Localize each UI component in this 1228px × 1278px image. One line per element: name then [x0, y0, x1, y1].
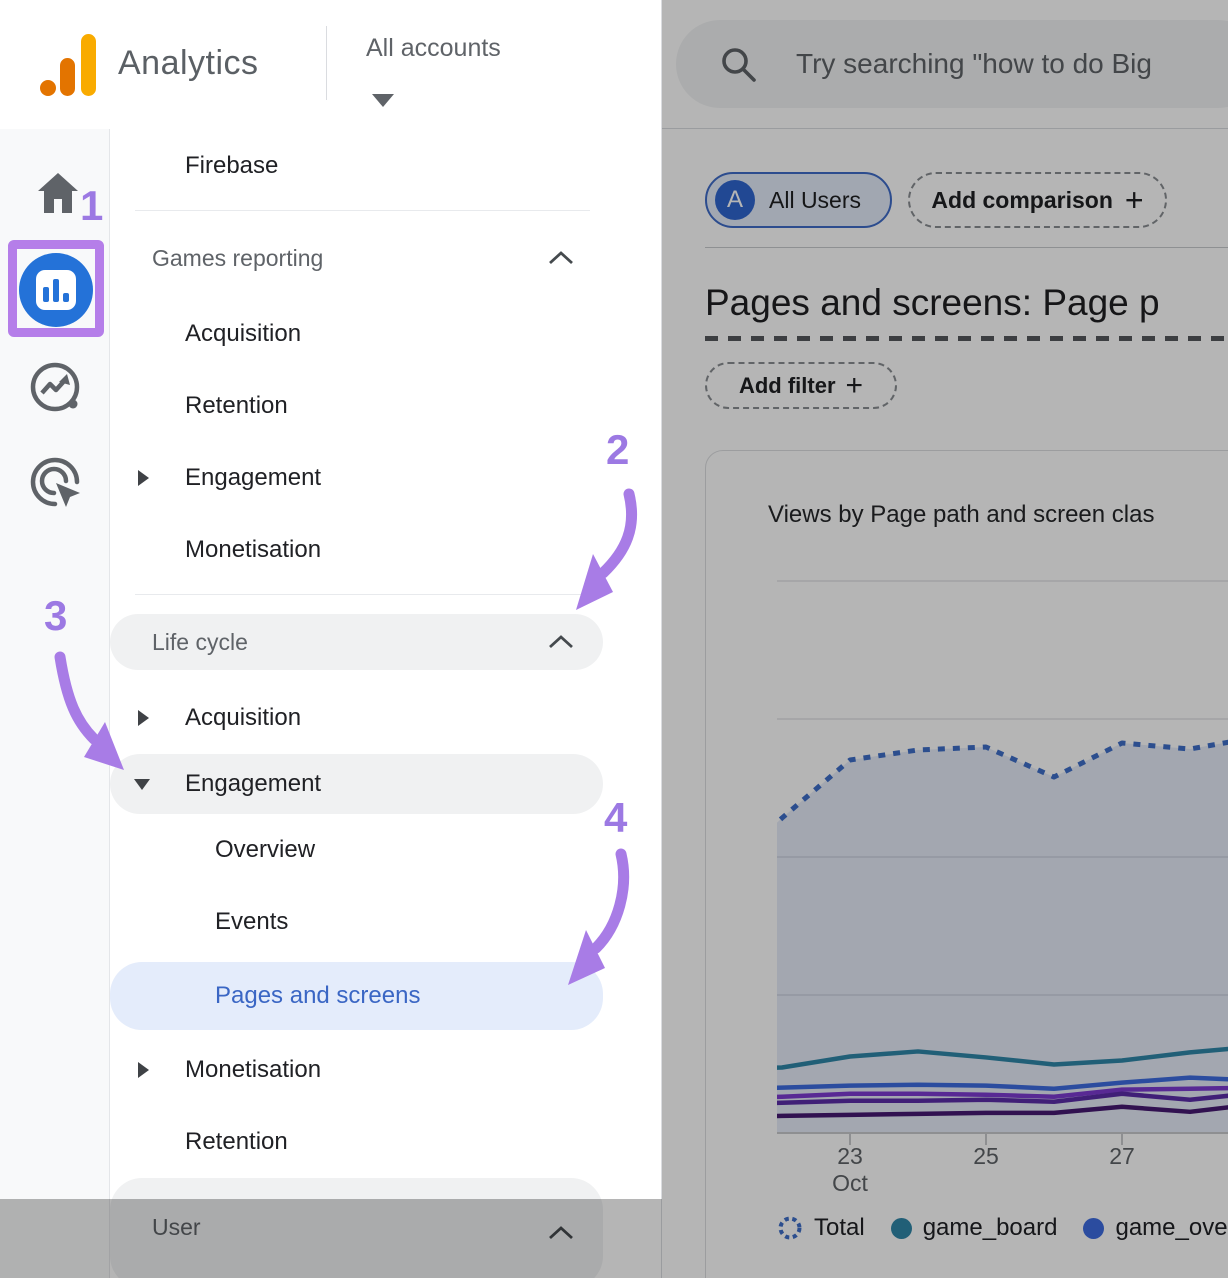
account-selector[interactable]: All accounts: [366, 34, 501, 63]
chart-legend: Total game_board game_over: [777, 1214, 1228, 1242]
legend-item-game_over[interactable]: game_over: [1083, 1214, 1228, 1242]
nav-label: Acquisition: [185, 704, 301, 732]
nav-label: User: [152, 1214, 201, 1241]
nav-label: Retention: [185, 392, 288, 420]
legend-item-total[interactable]: Total: [777, 1214, 865, 1242]
app-title: Analytics: [118, 44, 259, 83]
nav-section-divider: [110, 586, 662, 602]
legend-label: game_over: [1115, 1214, 1228, 1242]
chevron-up-icon[interactable]: [548, 1226, 574, 1240]
expand-arrow-icon[interactable]: [138, 470, 149, 486]
sidebar-item-user[interactable]: User: [110, 1178, 662, 1278]
nav-label: Monetisation: [185, 1056, 321, 1084]
report-navigation: Firebase Games reporting Acquisition Retent…: [110, 130, 662, 1278]
sidebar-item-retention[interactable]: Retention: [110, 370, 662, 442]
step-number-3: 3: [44, 592, 67, 640]
sidebar-item-events[interactable]: Events: [110, 886, 662, 958]
x-tick-label: 25: [973, 1143, 999, 1170]
all-users-label: All Users: [769, 187, 861, 214]
top-header: Analytics All accounts Try searching "ho…: [0, 0, 1228, 129]
search-icon: [720, 46, 758, 84]
legend-label: game_board: [923, 1214, 1058, 1242]
nav-label: Engagement: [185, 770, 321, 798]
header-bottom-border: [662, 128, 1228, 129]
ga4-app: Analytics All accounts Try searching "ho…: [0, 0, 1228, 1278]
legend-dot-icon: [891, 1218, 912, 1239]
step-highlight-box: [8, 240, 104, 337]
sidebar-item-games-reporting[interactable]: Games reporting: [110, 218, 662, 298]
add-comparison-button[interactable]: Add comparison +: [908, 172, 1167, 228]
expand-arrow-icon[interactable]: [138, 1062, 149, 1078]
sidebar-item-monetisation[interactable]: Monetisation: [110, 1034, 662, 1106]
add-filter-label: Add filter: [739, 373, 836, 399]
sidebar-item-life-cycle[interactable]: Life cycle: [110, 602, 662, 682]
header-divider: [326, 26, 327, 100]
nav-label: Engagement: [185, 464, 321, 492]
plus-icon: +: [846, 369, 864, 403]
step-number-1: 1: [80, 182, 103, 230]
all-users-chip[interactable]: A All Users: [705, 172, 892, 228]
nav-section-divider: [110, 202, 662, 218]
collapse-arrow-icon[interactable]: [134, 779, 150, 790]
legend-label: Total: [814, 1214, 865, 1242]
chevron-up-icon[interactable]: [548, 635, 574, 649]
segment-avatar: A: [715, 180, 755, 220]
nav-label: Acquisition: [185, 320, 301, 348]
plus-icon: +: [1125, 182, 1144, 219]
sidebar-item-pages-and-screens[interactable]: Pages and screens: [110, 958, 662, 1034]
sidebar-item-retention[interactable]: Retention: [110, 1106, 662, 1178]
x-tick-label: 23Oct: [832, 1143, 868, 1197]
explore-icon[interactable]: [28, 360, 84, 416]
line-chart: [705, 450, 1228, 1278]
step-number-4: 4: [604, 794, 627, 842]
row-highlight: [110, 754, 603, 814]
sidebar-item-engagement[interactable]: Engagement: [110, 754, 662, 814]
nav-label: Overview: [215, 836, 315, 864]
sidebar-item-engagement[interactable]: Engagement: [110, 442, 662, 514]
nav-label: Monetisation: [185, 536, 321, 564]
nav-label: Events: [215, 908, 288, 936]
add-filter-button[interactable]: Add filter +: [705, 362, 897, 409]
home-icon[interactable]: [36, 171, 80, 215]
search-placeholder: Try searching "how to do Big: [796, 48, 1152, 80]
step-number-2: 2: [606, 426, 629, 474]
sidebar-item-firebase[interactable]: Firebase: [110, 130, 662, 202]
google-analytics-logo-icon: [40, 34, 96, 96]
sidebar-item-acquisition[interactable]: Acquisition: [110, 298, 662, 370]
nav-label: Firebase: [185, 152, 278, 180]
add-comparison-label: Add comparison: [931, 187, 1112, 214]
nav-label: Retention: [185, 1128, 288, 1156]
legend-dot-icon: [1083, 1218, 1104, 1239]
chips-divider: [705, 247, 1228, 248]
chevron-up-icon[interactable]: [548, 251, 574, 265]
nav-label: Life cycle: [152, 629, 248, 656]
advertising-icon[interactable]: [28, 455, 86, 513]
expand-arrow-icon[interactable]: [138, 710, 149, 726]
sidebar-item-acquisition[interactable]: Acquisition: [110, 682, 662, 754]
x-tick-label: 27: [1109, 1143, 1135, 1170]
legend-dashed-ring-icon: [777, 1215, 803, 1241]
sidebar-item-monetisation[interactable]: Monetisation: [110, 514, 662, 586]
legend-item-game_board[interactable]: game_board: [891, 1214, 1058, 1242]
page-title[interactable]: Pages and screens: Page p: [705, 282, 1160, 324]
nav-label: Games reporting: [152, 245, 323, 272]
title-dropdown-underline: [705, 336, 1228, 341]
total-area-fill: [714, 737, 1228, 1133]
account-caret-icon[interactable]: [372, 94, 394, 107]
nav-label: Pages and screens: [215, 982, 420, 1010]
sidebar-item-overview[interactable]: Overview: [110, 814, 662, 886]
